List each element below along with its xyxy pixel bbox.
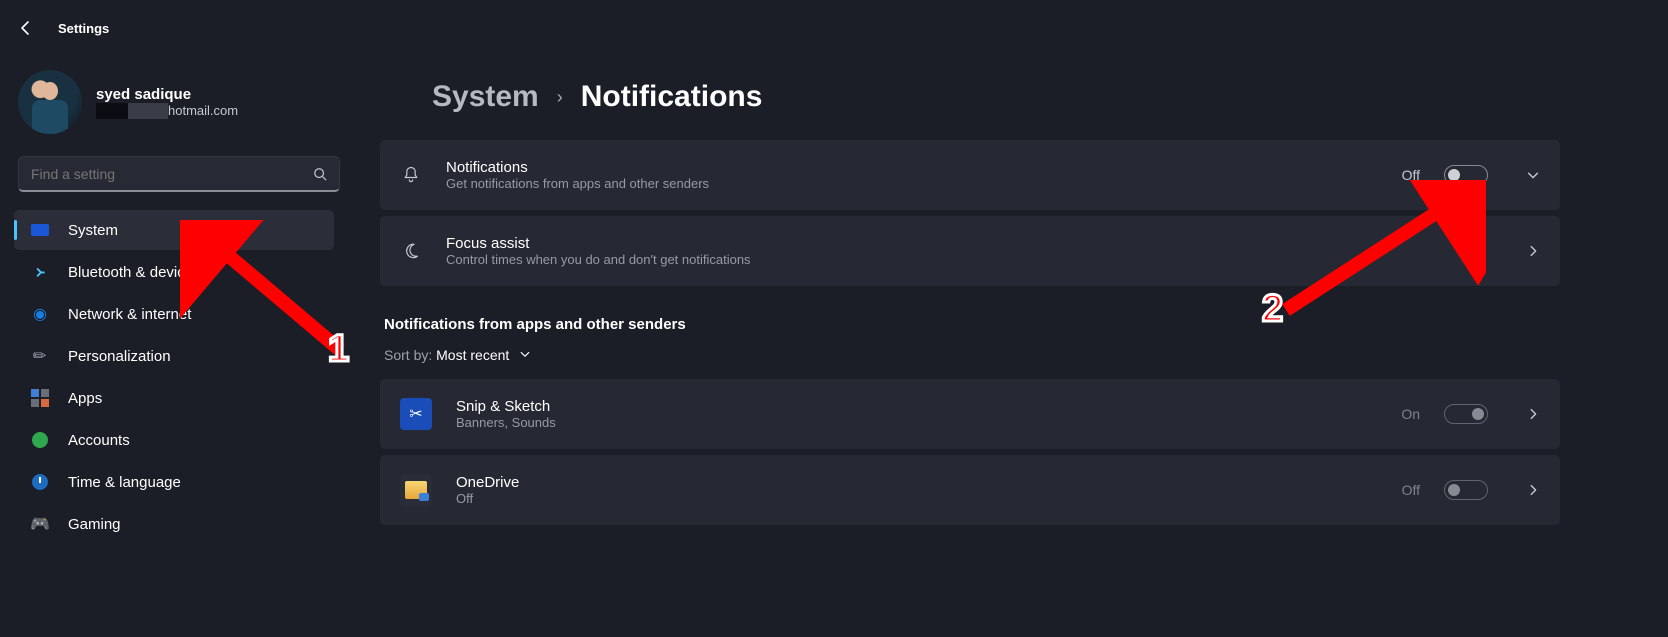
notifications-card[interactable]: Notifications Get notifications from app… — [380, 140, 1560, 210]
sidebar-item-apps[interactable]: Apps — [14, 378, 334, 418]
wifi-icon: ◉ — [30, 304, 50, 324]
breadcrumb-current: Notifications — [581, 80, 763, 114]
profile-email: hotmail.com — [96, 103, 238, 119]
sidebar-item-label: Time & language — [68, 474, 181, 491]
chevron-down-icon[interactable] — [1526, 168, 1540, 182]
bluetooth-icon: ᚛ — [30, 262, 50, 282]
toggle-state-label: Off — [1402, 482, 1420, 498]
gamepad-icon: 🎮 — [30, 514, 50, 534]
card-title: Focus assist — [446, 235, 1488, 252]
snip-sketch-icon: ✂ — [400, 398, 432, 430]
sidebar-item-personalization[interactable]: ✎ Personalization — [14, 336, 334, 376]
avatar — [18, 70, 82, 134]
brush-icon: ✎ — [26, 342, 54, 370]
app-toggle[interactable] — [1444, 404, 1488, 424]
sidebar-item-gaming[interactable]: 🎮 Gaming — [14, 504, 334, 544]
breadcrumb: System › Notifications — [432, 80, 1560, 114]
chevron-down-icon — [519, 348, 531, 360]
sidebar-item-label: Accounts — [68, 432, 130, 449]
sidebar-item-time[interactable]: Time & language — [14, 462, 334, 502]
system-icon — [31, 224, 49, 236]
back-icon[interactable] — [18, 20, 34, 36]
sidebar-item-label: Gaming — [68, 516, 121, 533]
card-title: Notifications — [446, 159, 1378, 176]
toggle-state-label: Off — [1402, 167, 1420, 183]
app-row-onedrive[interactable]: OneDrive Off Off — [380, 455, 1560, 525]
header-title: Settings — [58, 21, 109, 36]
section-label: Notifications from apps and other sender… — [384, 316, 1560, 333]
chevron-right-icon[interactable] — [1526, 244, 1540, 258]
onedrive-icon — [400, 474, 432, 506]
sort-by[interactable]: Sort by: Most recent — [380, 339, 1560, 379]
profile-name: syed sadique — [96, 86, 238, 103]
sidebar-item-system[interactable]: System — [14, 210, 334, 250]
search-input[interactable] — [31, 166, 313, 182]
breadcrumb-parent[interactable]: System — [432, 80, 539, 114]
nav-list: System ᚛ Bluetooth & devices ◉ Network &… — [14, 210, 334, 544]
sidebar-item-bluetooth[interactable]: ᚛ Bluetooth & devices — [14, 252, 334, 292]
sidebar-item-label: Apps — [68, 390, 102, 407]
bell-icon — [400, 165, 422, 185]
apps-icon — [31, 389, 49, 407]
profile-block[interactable]: syed sadique hotmail.com — [14, 64, 344, 152]
moon-icon — [400, 241, 422, 261]
person-icon — [32, 432, 48, 448]
app-name: OneDrive — [456, 474, 1378, 491]
card-desc: Get notifications from apps and other se… — [446, 176, 1378, 191]
search-icon — [313, 167, 327, 181]
app-name: Snip & Sketch — [456, 398, 1377, 415]
card-desc: Control times when you do and don't get … — [446, 252, 1488, 267]
chevron-right-icon[interactable] — [1526, 483, 1540, 497]
app-row-snip[interactable]: ✂ Snip & Sketch Banners, Sounds On — [380, 379, 1560, 449]
app-sub: Banners, Sounds — [456, 415, 1377, 430]
notifications-toggle[interactable] — [1444, 165, 1488, 185]
search-box[interactable] — [18, 156, 340, 192]
sidebar-item-label: Bluetooth & devices — [68, 264, 201, 281]
main-panel: System › Notifications Notifications Get… — [380, 80, 1560, 531]
chevron-right-icon[interactable] — [1526, 407, 1540, 421]
chevron-right-icon: › — [557, 87, 563, 108]
sidebar-item-accounts[interactable]: Accounts — [14, 420, 334, 460]
toggle-state-label: On — [1401, 406, 1420, 422]
sidebar-item-network[interactable]: ◉ Network & internet — [14, 294, 334, 334]
sidebar-item-label: System — [68, 222, 118, 239]
window-header: Settings — [0, 0, 1668, 56]
sidebar: syed sadique hotmail.com System ᚛ Blueto… — [0, 56, 352, 552]
sidebar-item-label: Network & internet — [68, 306, 191, 323]
app-toggle[interactable] — [1444, 480, 1488, 500]
clock-icon — [32, 474, 48, 490]
app-sub: Off — [456, 491, 1378, 506]
focus-assist-card[interactable]: Focus assist Control times when you do a… — [380, 216, 1560, 286]
sidebar-item-label: Personalization — [68, 348, 171, 365]
